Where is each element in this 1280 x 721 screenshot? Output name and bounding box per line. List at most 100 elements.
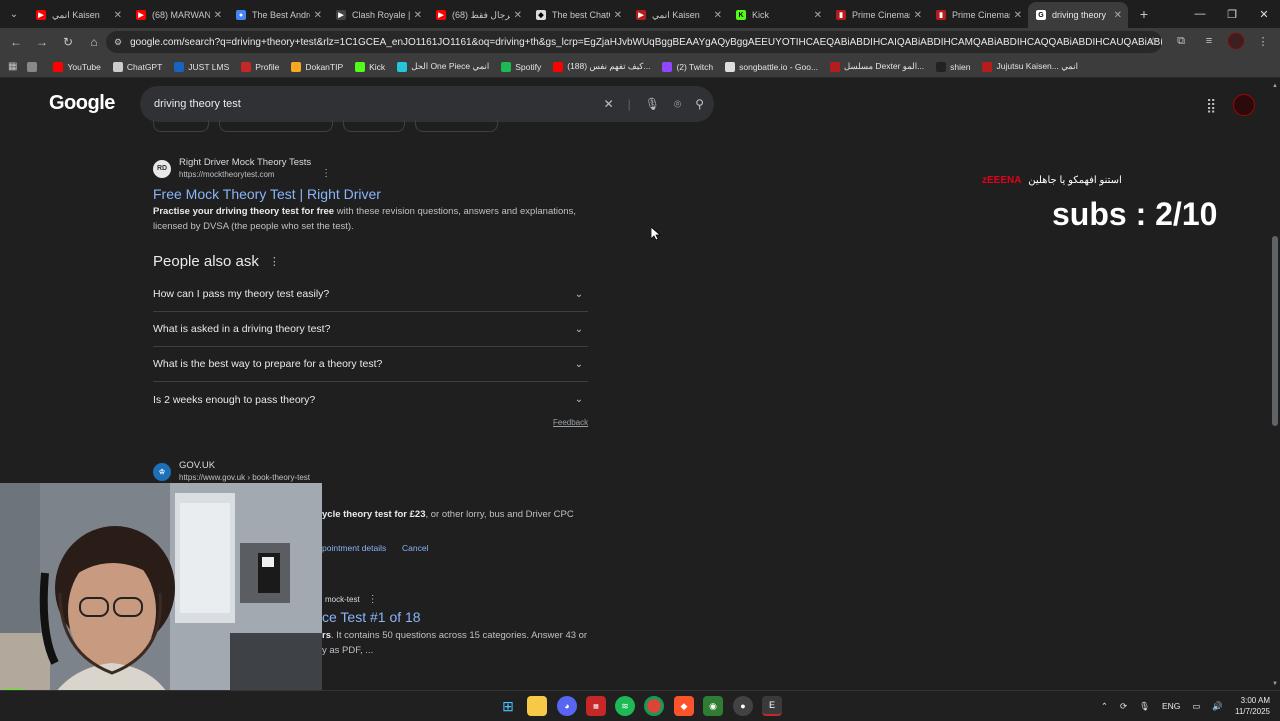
bookmark-item[interactable]: JUST LMS bbox=[174, 61, 229, 72]
apps-grid-icon[interactable]: ▦ bbox=[8, 61, 17, 72]
browser-tab[interactable]: ▮ Prime Cinemas ✕ bbox=[828, 2, 928, 28]
site-info-icon[interactable]: ⚙ bbox=[114, 37, 122, 48]
tray-overflow-icon[interactable]: ⌃ bbox=[1101, 701, 1108, 712]
browser-tab[interactable]: K Kick ✕ bbox=[728, 2, 828, 28]
start-windows-icon[interactable]: ⊞ bbox=[498, 696, 518, 716]
tab-close-icon[interactable]: ✕ bbox=[514, 10, 522, 21]
forward-icon[interactable]: → bbox=[30, 30, 54, 54]
chevron-down-icon[interactable]: ⌄ bbox=[570, 391, 588, 409]
bookmark-item[interactable]: (2) Twitch bbox=[662, 61, 713, 72]
tab-close-icon[interactable]: ✕ bbox=[214, 10, 222, 21]
account-avatar[interactable] bbox=[1233, 94, 1255, 116]
android-app-icon[interactable]: ◉ bbox=[703, 696, 723, 716]
bookmark-item[interactable]: songbattle.io - Goo... bbox=[725, 61, 818, 72]
bookmark-item[interactable]: مسلسل Dexter المو... bbox=[830, 61, 924, 72]
address-bar[interactable]: ⚙ google.com/search?q=driving+theory+tes… bbox=[106, 31, 1162, 53]
filter-chip[interactable] bbox=[414, 120, 498, 132]
scroll-up-icon[interactable]: ▲ bbox=[1272, 83, 1278, 89]
bookmark-item[interactable]: (188) كيف تفهم نفس... bbox=[553, 61, 650, 72]
result-more-icon[interactable]: ⋮ bbox=[321, 168, 331, 179]
microphone-icon[interactable]: 🎙 bbox=[645, 97, 660, 111]
sync-icon[interactable]: ⟳ bbox=[1120, 701, 1127, 712]
menu-icon[interactable]: ⋮ bbox=[1254, 32, 1272, 50]
search-box[interactable]: driving theory test ✕ | 🎙 ⌾ ⚲ bbox=[140, 86, 714, 122]
search-icon[interactable]: ⚲ bbox=[695, 97, 704, 111]
result-title-link[interactable]: ce Test #1 of 18 bbox=[322, 609, 421, 625]
bookmark-item[interactable]: DokanTIP bbox=[291, 61, 343, 72]
feedback-link[interactable]: Feedback bbox=[553, 418, 588, 427]
lens-camera-icon[interactable]: ⌾ bbox=[674, 97, 681, 112]
network-icon[interactable]: ▭ bbox=[1192, 701, 1200, 712]
browser-tab[interactable]: ▮ Prime Cinemas ✕ bbox=[928, 2, 1028, 28]
browser-tab[interactable]: ▶ (68) MARWAN ✕ bbox=[128, 2, 228, 28]
paa-question[interactable]: What is the best way to prepare for a th… bbox=[153, 347, 588, 382]
paa-question[interactable]: Is 2 weeks enough to pass theory? ⌄ bbox=[153, 382, 588, 417]
chevron-down-icon[interactable]: ⌄ bbox=[570, 355, 588, 373]
language-indicator[interactable]: ENG bbox=[1162, 701, 1180, 711]
tab-close-icon[interactable]: ✕ bbox=[814, 10, 822, 21]
page-scrollbar[interactable]: ▲ ▼ bbox=[1270, 80, 1280, 690]
mic-tray-icon[interactable]: 🎙 bbox=[1139, 701, 1150, 712]
clear-search-icon[interactable]: ✕ bbox=[604, 97, 614, 111]
volume-icon[interactable]: 🔊 bbox=[1212, 701, 1223, 712]
restore-icon[interactable]: ❐ bbox=[1216, 0, 1248, 28]
paa-question[interactable]: What is asked in a driving theory test? … bbox=[153, 312, 588, 347]
bookmark-item[interactable]: ChatGPT bbox=[112, 61, 162, 72]
tab-close-icon[interactable]: ✕ bbox=[414, 10, 422, 21]
back-icon[interactable]: ← bbox=[4, 30, 28, 54]
browser-tab[interactable]: ▶ انمي Kaisen ✕ bbox=[28, 2, 128, 28]
tab-close-icon[interactable]: ✕ bbox=[1014, 10, 1022, 21]
browser-tab[interactable]: Gdriving theory ✕ bbox=[1028, 2, 1128, 28]
sitelink[interactable]: pointment details bbox=[322, 543, 386, 553]
tab-close-icon[interactable]: ✕ bbox=[714, 10, 722, 21]
filter-chip[interactable] bbox=[219, 120, 334, 132]
media-control-icon[interactable]: ≡ bbox=[1200, 32, 1218, 50]
reload-icon[interactable]: ↻ bbox=[56, 30, 80, 54]
result-source[interactable]: ♔ GOV.UK https://www.gov.uk › book-theor… bbox=[153, 460, 593, 483]
browser-tab[interactable]: ▶ انمي Kaisen ✕ bbox=[628, 2, 728, 28]
browser-tab[interactable]: ◆ The best ChatG ✕ bbox=[528, 2, 628, 28]
minimize-icon[interactable]: — bbox=[1184, 0, 1216, 28]
home-icon[interactable]: ⌂ bbox=[82, 30, 106, 54]
filter-chip[interactable] bbox=[343, 120, 405, 132]
tab-close-icon[interactable]: ✕ bbox=[914, 10, 922, 21]
epic-games-icon[interactable]: E bbox=[762, 696, 782, 716]
bookmark-item[interactable]: Spotify bbox=[501, 61, 541, 72]
filter-chip[interactable] bbox=[153, 120, 210, 132]
google-logo[interactable]: Google bbox=[49, 92, 115, 115]
chrome-icon[interactable] bbox=[644, 696, 664, 716]
tab-search-chevron-icon[interactable]: ⌄ bbox=[0, 0, 28, 28]
profile-avatar[interactable] bbox=[1228, 33, 1244, 49]
chevron-down-icon[interactable]: ⌄ bbox=[570, 320, 588, 338]
chevron-down-icon[interactable]: ⌄ bbox=[570, 285, 588, 303]
google-apps-icon[interactable]: ⣿ bbox=[1206, 97, 1216, 114]
clock[interactable]: 3:00 AM 11/7/2025 bbox=[1235, 695, 1270, 717]
scrollbar-thumb[interactable] bbox=[1272, 236, 1278, 426]
bookmark-item[interactable]: Profile bbox=[241, 61, 279, 72]
obs-icon[interactable]: ● bbox=[733, 696, 753, 716]
video-editor-icon[interactable]: ▦ bbox=[586, 696, 606, 716]
paa-question[interactable]: How can I pass my theory test easily? ⌄ bbox=[153, 277, 588, 312]
bookmark-item[interactable] bbox=[27, 61, 41, 72]
spotify-icon[interactable]: ≋ bbox=[615, 696, 635, 716]
result-source[interactable]: RD Right Driver Mock Theory Tests https:… bbox=[153, 157, 593, 180]
bookmark-item[interactable]: الحل One Piece انمي bbox=[397, 61, 489, 72]
sitelink[interactable]: Cancel bbox=[402, 543, 428, 553]
brave-icon[interactable]: ◆ bbox=[674, 696, 694, 716]
browser-tab[interactable]: ● The Best Andro ✕ bbox=[228, 2, 328, 28]
extensions-icon[interactable]: ⧉ bbox=[1172, 32, 1190, 50]
bookmark-item[interactable]: YouTube bbox=[53, 61, 101, 72]
tab-close-icon[interactable]: ✕ bbox=[114, 10, 122, 21]
result-more-icon[interactable]: ⋮ bbox=[368, 594, 378, 605]
browser-tab[interactable]: ▶ (68) للرجال فقط ✕ bbox=[428, 2, 528, 28]
bookmark-item[interactable]: shien bbox=[936, 61, 970, 72]
paa-more-icon[interactable]: ⋮ bbox=[269, 255, 280, 268]
close-window-icon[interactable]: ✕ bbox=[1248, 0, 1280, 28]
bookmark-star-icon[interactable]: ☆ bbox=[1144, 32, 1162, 50]
bookmark-item[interactable]: Jujutsu Kaisen... انمي bbox=[982, 61, 1078, 72]
tab-close-icon[interactable]: ✕ bbox=[1114, 10, 1122, 21]
discord-icon[interactable]: ◕ bbox=[557, 696, 577, 716]
bookmark-item[interactable]: Kick bbox=[355, 61, 385, 72]
new-tab-button[interactable]: + bbox=[1132, 6, 1156, 22]
tab-close-icon[interactable]: ✕ bbox=[614, 10, 622, 21]
